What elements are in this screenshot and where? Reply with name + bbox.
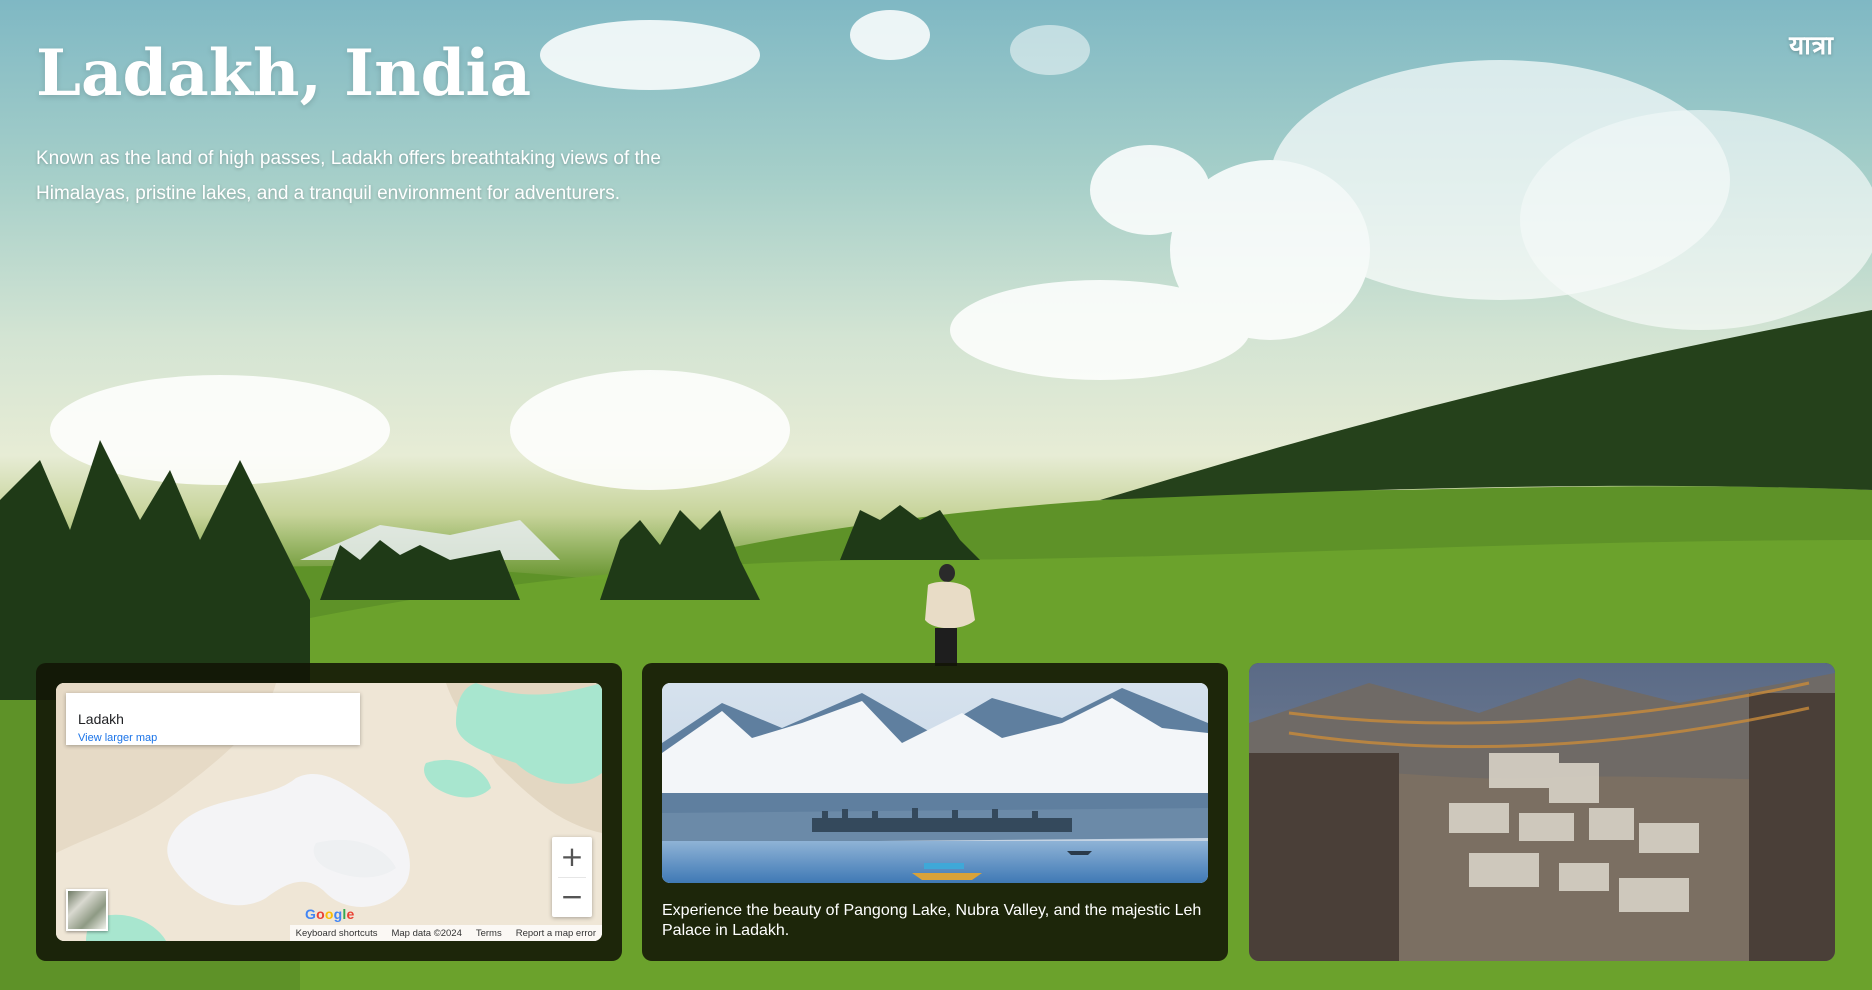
map-info-box: Ladakh View larger map	[66, 693, 360, 745]
hero-section: यात्रा Ladakh, India Known as the land o…	[0, 0, 1872, 990]
map-place-name: Ladakh	[78, 711, 124, 727]
lake-photo	[662, 683, 1208, 883]
map-attribution-bar: Keyboard shortcuts Map data ©2024 Terms …	[289, 925, 602, 941]
lake-mountain-illustration	[662, 683, 1208, 883]
map-type-thumbnail[interactable]	[66, 889, 108, 931]
map-data-label: Map data ©2024	[391, 927, 462, 939]
embedded-map[interactable]: Ladakh View larger map + − Google Keyboa…	[56, 683, 602, 941]
hero-description: Known as the land of high passes, Ladakh…	[36, 148, 661, 204]
map-zoom-control: + −	[552, 837, 592, 917]
photo-caption: Experience the beauty of Pangong Lake, N…	[662, 902, 1202, 939]
report-map-error-link[interactable]: Report a map error	[516, 928, 596, 939]
site-logo[interactable]: यात्रा	[1789, 26, 1834, 62]
zoom-out-button[interactable]: −	[552, 877, 592, 917]
keyboard-shortcuts-link[interactable]: Keyboard shortcuts	[296, 928, 378, 939]
town-image-card	[1249, 663, 1835, 961]
photo-card: Experience the beauty of Pangong Lake, N…	[642, 663, 1228, 961]
terms-link[interactable]: Terms	[476, 928, 502, 939]
page-title: Ladakh, India	[36, 36, 532, 111]
view-larger-map-link[interactable]: View larger map	[78, 732, 157, 744]
zoom-in-button[interactable]: +	[552, 837, 592, 877]
google-logo: Google	[305, 906, 355, 922]
leh-town-illustration	[1249, 663, 1835, 961]
map-card: Ladakh View larger map + − Google Keyboa…	[36, 663, 622, 961]
